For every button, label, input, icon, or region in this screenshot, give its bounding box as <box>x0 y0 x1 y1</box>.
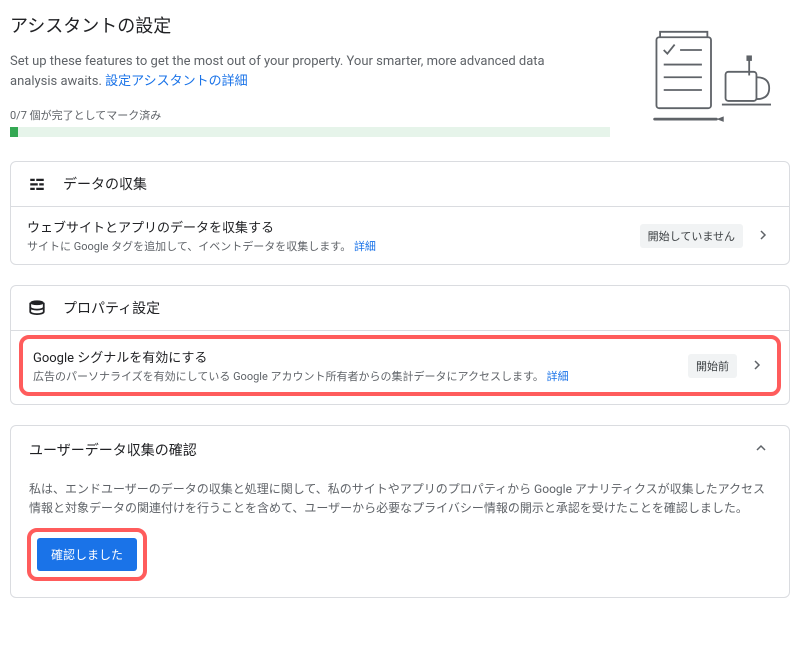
property-settings-title: プロパティ設定 <box>63 298 160 318</box>
chevron-up-icon <box>751 442 771 458</box>
collect-data-row[interactable]: ウェブサイトとアプリのデータを収集する サイトに Google タグを追加して、… <box>11 207 789 264</box>
checklist-illustration <box>636 30 786 130</box>
user-data-ack-title: ユーザーデータ収集の確認 <box>29 440 197 460</box>
highlight-google-signals: Google シグナルを有効にする 広告のパーソナライズを有効にしている Goo… <box>19 335 781 396</box>
collect-data-desc-text: サイトに Google タグを追加して、イベントデータを収集します。 <box>27 240 354 253</box>
collect-data-detail-link[interactable]: 詳細 <box>354 240 376 253</box>
collect-data-desc: サイトに Google タグを追加して、イベントデータを収集します。 詳細 <box>27 238 630 254</box>
google-signals-row[interactable]: Google シグナルを有効にする 広告のパーソナライズを有効にしている Goo… <box>23 339 777 392</box>
intro-plain: Set up these features to get the most ou… <box>10 54 545 89</box>
data-collection-title: データの収集 <box>63 174 147 194</box>
database-icon <box>27 298 47 318</box>
chevron-right-icon <box>747 356 767 375</box>
stream-icon <box>27 174 47 194</box>
property-settings-header: プロパティ設定 <box>11 286 789 331</box>
progress-bar <box>10 127 610 137</box>
collect-data-status: 開始していません <box>640 224 743 248</box>
collect-data-title: ウェブサイトとアプリのデータを収集する <box>27 217 630 236</box>
intro-text: Set up these features to get the most ou… <box>10 52 570 91</box>
chevron-right-icon <box>753 226 773 245</box>
intro-link[interactable]: 設定アシスタントの詳細 <box>105 74 247 89</box>
user-data-ack-card: ユーザーデータ収集の確認 私は、エンドユーザーのデータの収集と処理に関して、私の… <box>10 425 790 598</box>
google-signals-desc-text: 広告のパーソナライズを有効にしている Google アカウント所有者からの集計デ… <box>33 370 547 383</box>
user-data-ack-body: 私は、エンドユーザーのデータの収集と処理に関して、私のサイトやアプリのプロパティ… <box>11 474 789 518</box>
progress-fill <box>10 127 18 137</box>
confirm-button[interactable]: 確認しました <box>37 538 137 571</box>
google-signals-status: 開始前 <box>688 354 737 378</box>
google-signals-desc: 広告のパーソナライズを有効にしている Google アカウント所有者からの集計デ… <box>33 368 678 384</box>
data-collection-header: データの収集 <box>11 162 789 207</box>
property-settings-card: プロパティ設定 Google シグナルを有効にする 広告のパーソナライズを有効に… <box>10 285 790 405</box>
highlight-confirm-button: 確認しました <box>27 528 147 581</box>
google-signals-detail-link[interactable]: 詳細 <box>547 370 569 383</box>
user-data-ack-header[interactable]: ユーザーデータ収集の確認 <box>11 426 789 474</box>
google-signals-title: Google シグナルを有効にする <box>33 347 678 366</box>
data-collection-card: データの収集 ウェブサイトとアプリのデータを収集する サイトに Google タ… <box>10 161 790 265</box>
